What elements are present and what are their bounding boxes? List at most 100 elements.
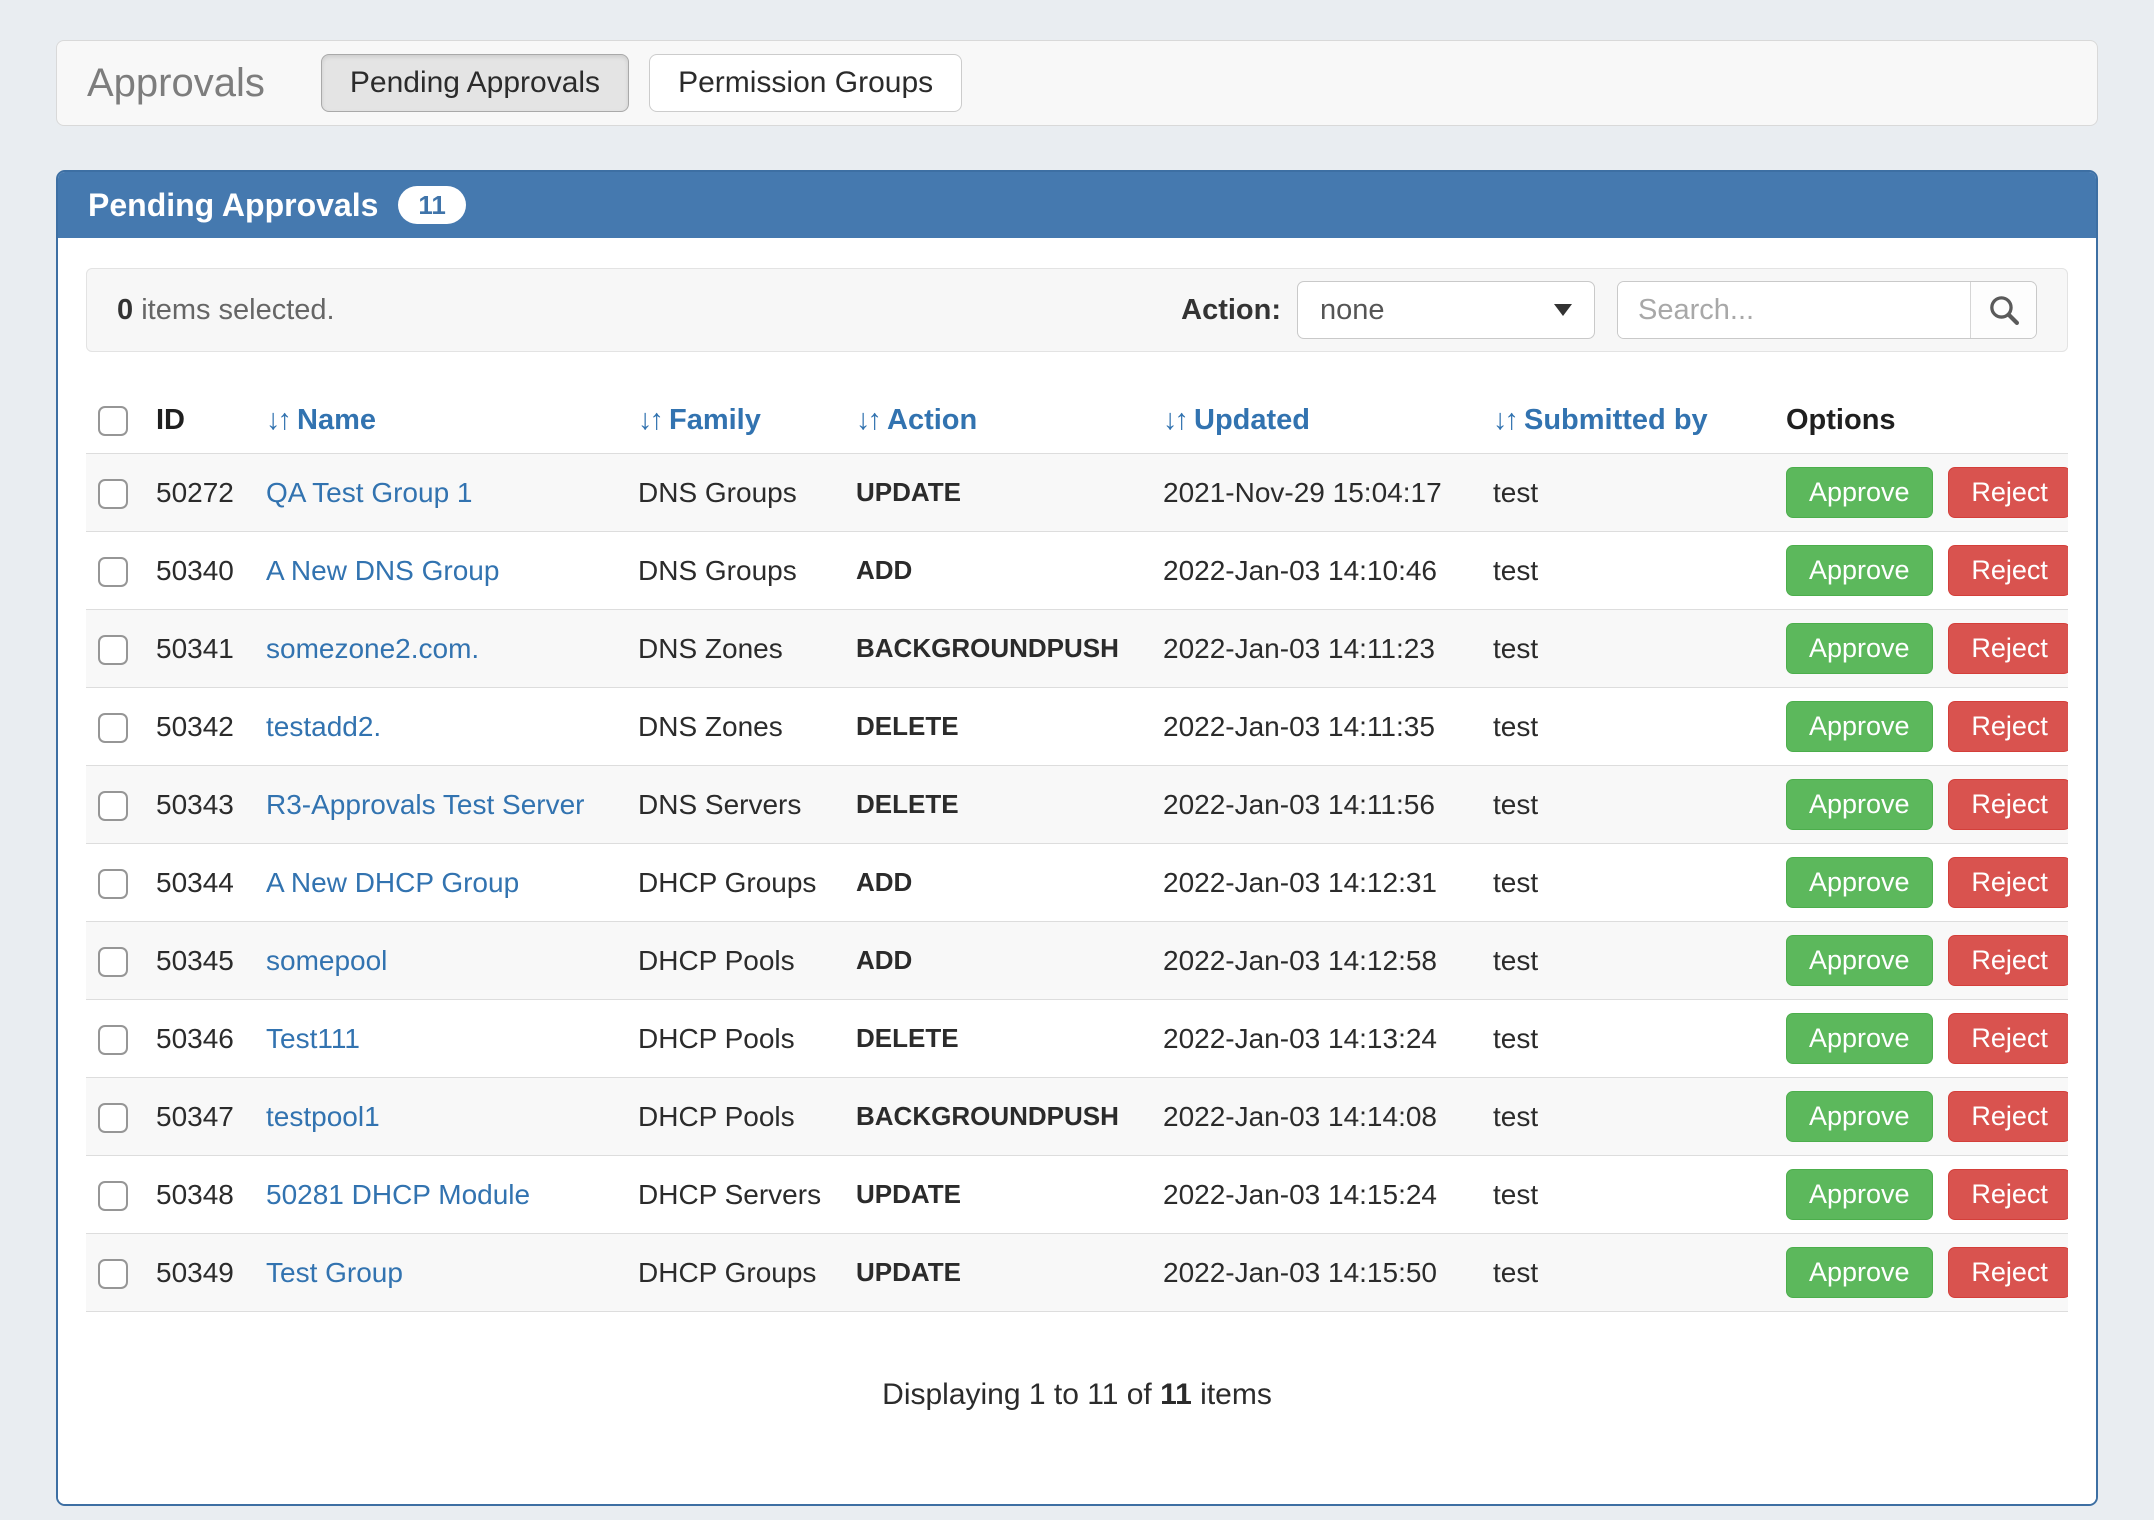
row-id: 50272 [144, 454, 254, 532]
page-title: Approvals [87, 61, 265, 106]
row-id: 50340 [144, 532, 254, 610]
row-submitted-by: test [1481, 688, 1774, 766]
row-checkbox[interactable] [98, 1103, 128, 1133]
row-name-link[interactable]: testadd2. [266, 711, 381, 742]
row-checkbox[interactable] [98, 1181, 128, 1211]
row-checkbox[interactable] [98, 1025, 128, 1055]
row-updated: 2022-Jan-03 14:12:58 [1151, 922, 1481, 1000]
row-updated: 2022-Jan-03 14:12:31 [1151, 844, 1481, 922]
row-family: DNS Groups [626, 532, 844, 610]
row-options-cell: Approve Reject [1774, 922, 2068, 1000]
reject-button[interactable]: Reject [1948, 623, 2068, 674]
approve-button[interactable]: Approve [1786, 1091, 1933, 1142]
column-header-options: Options [1774, 390, 2068, 454]
row-checkbox[interactable] [98, 869, 128, 899]
row-name-cell: QA Test Group 1 [254, 454, 626, 532]
table-row: 50345 somepool DHCP Pools ADD 2022-Jan-0… [86, 922, 2068, 1000]
reject-button[interactable]: Reject [1948, 935, 2068, 986]
row-checkbox-cell [86, 1234, 144, 1312]
row-name-link[interactable]: Test Group [266, 1257, 403, 1288]
table-row: 50272 QA Test Group 1 DNS Groups UPDATE … [86, 454, 2068, 532]
approve-button[interactable]: Approve [1786, 857, 1933, 908]
reject-button[interactable]: Reject [1948, 467, 2068, 518]
row-checkbox[interactable] [98, 1259, 128, 1289]
row-name-cell: testadd2. [254, 688, 626, 766]
row-updated: 2022-Jan-03 14:10:46 [1151, 532, 1481, 610]
pending-count-badge: 11 [398, 186, 466, 224]
magnifier-icon [1986, 292, 2022, 328]
row-family: DHCP Groups [626, 844, 844, 922]
reject-button[interactable]: Reject [1948, 701, 2068, 752]
panel-body: 0 items selected. Action: none [58, 238, 2096, 1504]
row-family: DHCP Groups [626, 1234, 844, 1312]
row-checkbox[interactable] [98, 479, 128, 509]
reject-button[interactable]: Reject [1948, 545, 2068, 596]
row-name-link[interactable]: testpool1 [266, 1101, 380, 1132]
row-name-link[interactable]: R3-Approvals Test Server [266, 789, 585, 820]
column-header-action[interactable]: ↓↑Action [844, 390, 1151, 454]
approve-button[interactable]: Approve [1786, 467, 1933, 518]
row-name-link[interactable]: somepool [266, 945, 387, 976]
select-all-header-cell [86, 390, 144, 454]
reject-button[interactable]: Reject [1948, 857, 2068, 908]
row-name-link[interactable]: Test111 [266, 1023, 360, 1054]
approve-button[interactable]: Approve [1786, 1013, 1933, 1064]
row-name-link[interactable]: A New DHCP Group [266, 867, 519, 898]
reject-button[interactable]: Reject [1948, 779, 2068, 830]
approve-button[interactable]: Approve [1786, 779, 1933, 830]
row-updated: 2022-Jan-03 14:14:08 [1151, 1078, 1481, 1156]
approve-button[interactable]: Approve [1786, 1247, 1933, 1298]
row-options-cell: Approve Reject [1774, 454, 2068, 532]
row-checkbox[interactable] [98, 557, 128, 587]
row-name-link[interactable]: 50281 DHCP Module [266, 1179, 530, 1210]
tab-pending-approvals[interactable]: Pending Approvals [321, 54, 629, 112]
select-all-checkbox[interactable] [98, 406, 128, 436]
row-checkbox-cell [86, 1000, 144, 1078]
approve-button[interactable]: Approve [1786, 545, 1933, 596]
search-input[interactable] [1618, 282, 1970, 338]
row-name-link[interactable]: A New DNS Group [266, 555, 499, 586]
row-submitted-by: test [1481, 454, 1774, 532]
reject-button[interactable]: Reject [1948, 1169, 2068, 1220]
column-header-updated[interactable]: ↓↑Updated [1151, 390, 1481, 454]
column-header-submitted-by[interactable]: ↓↑Submitted by [1481, 390, 1774, 454]
row-name-cell: Test111 [254, 1000, 626, 1078]
row-checkbox[interactable] [98, 635, 128, 665]
row-checkbox[interactable] [98, 713, 128, 743]
row-checkbox[interactable] [98, 947, 128, 977]
pending-approvals-table: ID↓↑Name↓↑Family↓↑Action↓↑Updated↓↑Submi… [86, 390, 2068, 1312]
search-button[interactable] [1970, 282, 2036, 338]
action-select[interactable]: none [1297, 281, 1595, 339]
reject-button[interactable]: Reject [1948, 1091, 2068, 1142]
sort-icon: ↓↑ [638, 404, 661, 436]
row-submitted-by: test [1481, 922, 1774, 1000]
row-checkbox[interactable] [98, 791, 128, 821]
column-header-label: Options [1786, 404, 1896, 436]
reject-button[interactable]: Reject [1948, 1013, 2068, 1064]
chevron-down-icon [1554, 304, 1572, 316]
sort-icon: ↓↑ [266, 404, 289, 436]
approve-button[interactable]: Approve [1786, 935, 1933, 986]
row-options-cell: Approve Reject [1774, 1234, 2068, 1312]
column-header-name[interactable]: ↓↑Name [254, 390, 626, 454]
row-name-link[interactable]: somezone2.com. [266, 633, 479, 664]
column-header-id: ID [144, 390, 254, 454]
column-header-family[interactable]: ↓↑Family [626, 390, 844, 454]
action-select-value: none [1320, 294, 1385, 327]
row-name-cell: A New DNS Group [254, 532, 626, 610]
row-options-cell: Approve Reject [1774, 610, 2068, 688]
reject-button[interactable]: Reject [1948, 1247, 2068, 1298]
approve-button[interactable]: Approve [1786, 701, 1933, 752]
row-name-cell: 50281 DHCP Module [254, 1156, 626, 1234]
row-id: 50343 [144, 766, 254, 844]
table-row: 50346 Test111 DHCP Pools DELETE 2022-Jan… [86, 1000, 2068, 1078]
row-action: ADD [844, 922, 1151, 1000]
row-id: 50344 [144, 844, 254, 922]
approve-button[interactable]: Approve [1786, 623, 1933, 674]
row-name-link[interactable]: QA Test Group 1 [266, 477, 473, 508]
tab-permission-groups[interactable]: Permission Groups [649, 54, 962, 112]
approve-button[interactable]: Approve [1786, 1169, 1933, 1220]
top-navigation-bar: Approvals Pending Approvals Permission G… [56, 40, 2098, 126]
row-updated: 2022-Jan-03 14:15:50 [1151, 1234, 1481, 1312]
row-checkbox-cell [86, 610, 144, 688]
